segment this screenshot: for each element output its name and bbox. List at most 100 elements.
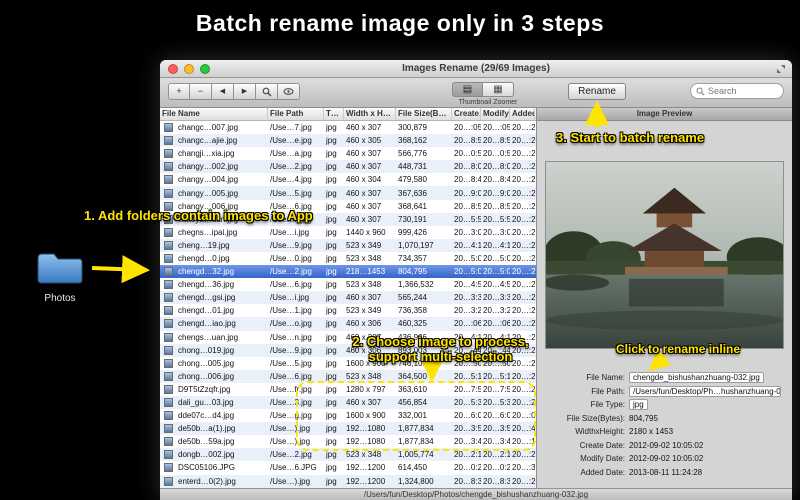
cell-name: DSC05106.JPG bbox=[178, 463, 235, 473]
cell-size: 460,325 bbox=[398, 319, 427, 329]
table-row[interactable]: changc…ajie.jpg/Use…e.jpg jpg 460 x 305 368… bbox=[160, 134, 536, 148]
title-bar[interactable]: Images Rename (29/69 Images) bbox=[160, 60, 792, 78]
table-row[interactable]: chengd…gsi.jpg/Use…i.jpg jpg 460 x 307 565,… bbox=[160, 291, 536, 305]
cell-size: 734,357 bbox=[398, 253, 427, 263]
search-field[interactable] bbox=[690, 83, 784, 99]
cell-type: jpg bbox=[326, 293, 337, 303]
file-name-input[interactable]: chengde_bishushanzhuang-032.jpg bbox=[629, 372, 764, 384]
table-row[interactable]: changy…002.jpg/Use…2.jpg jpg 460 x 307 448,… bbox=[160, 160, 536, 174]
table-row[interactable]: chengd…32.jpg/Use…2.jpg jpg 218…1453 804,79… bbox=[160, 265, 536, 279]
table-header: File Name File Path T… Width x H… File S… bbox=[160, 108, 536, 121]
table-row[interactable]: chengd…01.jpg/Use…1.jpg jpg 523 x 349 736,3… bbox=[160, 304, 536, 317]
table-row[interactable]: chengd…iao.jpg/Use…o.jpg jpg 460 x 306 460,… bbox=[160, 317, 536, 331]
cell-size: 367,636 bbox=[398, 188, 427, 198]
cell-path: /Use…e.jpg bbox=[270, 136, 312, 146]
zoom-button[interactable] bbox=[200, 64, 210, 74]
search-input[interactable] bbox=[708, 86, 778, 96]
column-header-create-date[interactable]: Create… bbox=[452, 108, 481, 120]
modify-date-label: Modify Date: bbox=[580, 454, 625, 464]
cell-created: 20…5:02 bbox=[454, 267, 481, 277]
preview-tool-button[interactable] bbox=[278, 83, 300, 100]
cell-type: jpg bbox=[326, 201, 337, 211]
cell-name: chengs…uan.jpg bbox=[178, 332, 239, 342]
cell-name: chong…019.jpg bbox=[178, 345, 235, 355]
column-header-file-size[interactable]: File Size(B… bbox=[396, 108, 452, 120]
zoom-tool-button[interactable] bbox=[256, 83, 278, 100]
cell-created: 20…0:22 bbox=[454, 463, 481, 473]
thumbnail-view-segment[interactable]: ▦ bbox=[483, 82, 514, 97]
column-header-file-path[interactable]: File Path bbox=[268, 108, 324, 120]
remove-button[interactable]: − bbox=[190, 83, 212, 100]
column-header-modify-date[interactable]: Modify… bbox=[481, 108, 510, 120]
table-row[interactable]: chengd…36.jpg/Use…6.jpg jpg 523 x 348 1,366… bbox=[160, 278, 536, 291]
minimize-button[interactable] bbox=[184, 64, 194, 74]
added-date-label: Added Date: bbox=[580, 467, 625, 477]
fullscreen-icon[interactable] bbox=[776, 64, 786, 74]
cell-created: 20…8:42 bbox=[454, 175, 481, 185]
cell-added: 20…:28 bbox=[512, 293, 535, 303]
table-row[interactable]: enterd…0(2).jpg/Use…).jpg jpg 192…1200 1,32… bbox=[160, 474, 536, 488]
table-row[interactable]: changy…005.jpg/Use…5.jpg jpg 460 x 307 367,… bbox=[160, 186, 536, 200]
file-path-input[interactable]: /Users/fun/Desktop/Ph…hushanzhuang-032.j… bbox=[629, 385, 781, 397]
cell-dims: 523 x 348 bbox=[346, 280, 382, 290]
cell-dims: 218…1453 bbox=[346, 267, 386, 277]
cell-dims: 523 x 349 bbox=[346, 240, 382, 250]
cell-name: chegns…ipai.jpg bbox=[178, 227, 238, 237]
file-thumbnail-icon bbox=[160, 476, 176, 486]
file-size-label: File Size(Bytes): bbox=[566, 413, 625, 423]
cell-name: chong…005.jpg bbox=[178, 358, 235, 368]
preview-pane: Image Preview File Name: chengde_bishush… bbox=[537, 108, 792, 488]
photos-folder[interactable]: Photos bbox=[34, 250, 86, 304]
file-thumbnail-icon bbox=[160, 188, 176, 198]
image-preview bbox=[545, 161, 784, 349]
cell-modified: 20…5:16 bbox=[483, 371, 510, 381]
file-type-input[interactable]: jpg bbox=[629, 399, 648, 411]
cell-type: jpg bbox=[326, 280, 337, 290]
cell-size: 448,731 bbox=[398, 162, 427, 172]
annotation-rename-inline: Click to rename inline bbox=[616, 342, 741, 356]
cell-path: /Use…6.jpg bbox=[270, 371, 312, 381]
cell-dims: 192…1200 bbox=[346, 463, 386, 473]
cell-path: /Use…6.jpg bbox=[270, 280, 312, 290]
file-thumbnail-icon bbox=[160, 332, 176, 342]
rename-button[interactable]: Rename bbox=[568, 83, 626, 100]
cell-name: chengd…36.jpg bbox=[178, 280, 235, 290]
close-button[interactable] bbox=[168, 64, 178, 74]
cell-path: /Use…).jpg bbox=[270, 476, 311, 486]
dimensions-row: WidthxHeight: 2180 x 1453 bbox=[537, 425, 788, 439]
cell-type: jpg bbox=[326, 267, 337, 277]
table-row[interactable]: changji…xia.jpg/Use…a.jpg jpg 460 x 307 566… bbox=[160, 147, 536, 160]
cell-size: 999,426 bbox=[398, 227, 427, 237]
table-row[interactable]: chegns…ipai.jpg/Use…i.jpg jpg 1440 x 960 99… bbox=[160, 226, 536, 239]
table-row[interactable]: cheng…19.jpg/Use…9.jpg jpg 523 x 349 1,070,… bbox=[160, 238, 536, 252]
cell-path: /Use…2.jpg bbox=[270, 450, 312, 460]
file-size-row: File Size(Bytes): 804,795 bbox=[537, 412, 788, 426]
forward-button[interactable]: ▶ bbox=[234, 83, 256, 100]
column-header-file-name[interactable]: File Name bbox=[160, 108, 268, 120]
file-thumbnail-icon bbox=[160, 175, 176, 185]
headline: Batch rename image only in 3 steps bbox=[195, 10, 605, 36]
table-row[interactable]: changy…004.jpg/Use…4.jpg jpg 460 x 304 479,… bbox=[160, 173, 536, 186]
cell-name: chengd…0.jpg bbox=[178, 253, 230, 263]
cell-path: /Use…9.jpg bbox=[270, 345, 312, 355]
cell-size: 804,795 bbox=[398, 267, 427, 277]
cell-modified: 20…4:54 bbox=[483, 280, 510, 290]
cell-name: chengd…32.jpg bbox=[178, 267, 235, 277]
column-header-added-date[interactable]: Added… bbox=[510, 108, 535, 120]
table-row[interactable]: changc…007.jpg/Use…7.jpg jpg 460 x 307 300,… bbox=[160, 121, 536, 134]
cell-size: 368,162 bbox=[398, 136, 427, 146]
annotation-step2-line1: 2. Choose image to process, bbox=[352, 334, 529, 349]
cell-created: 20…0:58 bbox=[454, 149, 481, 159]
create-date-label: Create Date: bbox=[579, 440, 625, 450]
list-view-segment[interactable]: ▤ bbox=[452, 82, 483, 97]
column-header-type[interactable]: T… bbox=[324, 108, 344, 120]
cell-added: 20…:28 bbox=[512, 253, 535, 263]
cell-added: 20…:28 bbox=[512, 280, 535, 290]
plus-icon: + bbox=[176, 86, 182, 96]
table-row[interactable]: chengd…0.jpg/Use…0.jpg jpg 523 x 348 734,35… bbox=[160, 252, 536, 265]
table-row[interactable]: DSC05106.JPG/Use…6.JPG jpg 192…1200 614,450… bbox=[160, 461, 536, 474]
column-header-dimensions[interactable]: Width x H… bbox=[344, 108, 396, 120]
add-folder-button[interactable]: + bbox=[168, 83, 190, 100]
cell-path: /Use…5.jpg bbox=[270, 358, 312, 368]
back-button[interactable]: ◀ bbox=[212, 83, 234, 100]
